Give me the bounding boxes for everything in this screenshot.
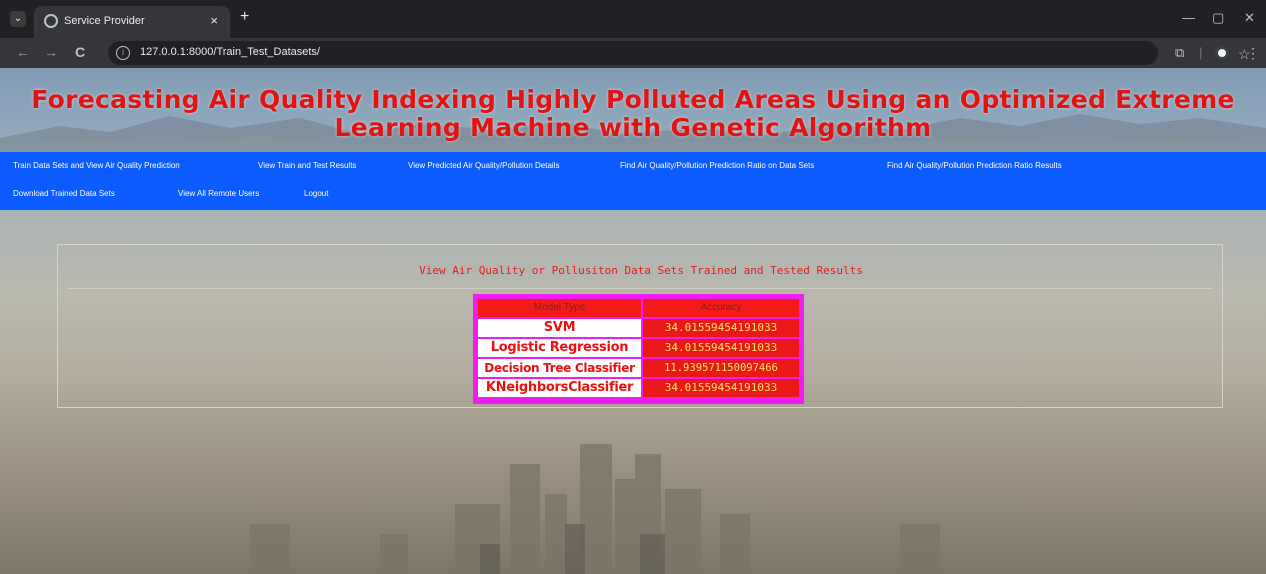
new-tab-button[interactable]: + [240, 8, 249, 26]
model-name-cell: SVM [478, 319, 641, 337]
web-page: Forecasting Air Quality Indexing Highly … [0, 68, 1266, 574]
forward-button[interactable]: → [44, 44, 58, 60]
browser-tab[interactable]: Service Provider × [34, 6, 230, 38]
tab-title: Service Provider [64, 15, 145, 27]
address-url[interactable]: 127.0.0.1:8000/Train_Test_Datasets/ [140, 46, 320, 58]
header-model-type: Model Type [478, 299, 641, 317]
background-city-skyline [250, 444, 940, 574]
model-name-cell: Decision Tree Classifier [478, 359, 641, 377]
restore-button[interactable]: ▢ [1212, 10, 1224, 26]
model-name-cell: KNeighborsClassifier [478, 379, 641, 397]
minimize-button[interactable]: — [1182, 10, 1195, 25]
extensions-icon[interactable]: ⧉ [1175, 45, 1184, 61]
close-window-button[interactable]: ✕ [1244, 10, 1255, 26]
browser-menu-icon[interactable]: ⋮ [1246, 45, 1260, 62]
accuracy-cell: 34.01559454191033 [643, 319, 799, 337]
menu-find-prediction-ratio-results[interactable]: Find Air Quality/Pollution Prediction Ra… [887, 161, 1062, 170]
menu-view-remote-users[interactable]: View All Remote Users [178, 189, 259, 198]
close-tab-icon[interactable]: × [210, 13, 218, 28]
menu-download-trained-data-sets[interactable]: Download Trained Data Sets [13, 189, 115, 198]
menu-train-data-sets[interactable]: Train Data Sets and View Air Quality Pre… [13, 161, 180, 170]
address-bar[interactable]: i 127.0.0.1:8000/Train_Test_Datasets/ ☆ [108, 41, 1251, 65]
browser-toolbar: ← → C i 127.0.0.1:8000/Train_Test_Datase… [0, 38, 1266, 68]
toolbar-separator: | [1199, 45, 1203, 60]
site-title: Forecasting Air Quality Indexing Highly … [31, 85, 1235, 142]
profile-avatar-icon[interactable] [1215, 46, 1229, 60]
tab-search-icon[interactable]: ⌄ [10, 11, 26, 27]
back-button[interactable]: ← [16, 44, 30, 60]
header-accuracy: Accuracy [643, 299, 799, 317]
site-info-icon[interactable]: i [116, 46, 130, 60]
browser-tab-bar: ⌄ Service Provider × + — ▢ ✕ [0, 0, 1266, 38]
menu-logout[interactable]: Logout [304, 189, 328, 198]
accuracy-cell: 11.939571150097466 [643, 359, 799, 377]
reload-button[interactable]: C [75, 44, 85, 60]
panel-heading: View Air Quality or Pollusiton Data Sets… [419, 264, 863, 277]
accuracy-cell: 34.01559454191033 [643, 339, 799, 357]
nav-menu-bar: Train Data Sets and View Air Quality Pre… [0, 152, 1266, 210]
menu-view-train-test-results[interactable]: View Train and Test Results [258, 161, 356, 170]
menu-view-predicted-air-quality[interactable]: View Predicted Air Quality/Pollution Det… [408, 161, 559, 170]
menu-find-prediction-ratio[interactable]: Find Air Quality/Pollution Prediction Ra… [620, 161, 814, 170]
results-table: Model Type Accuracy SVM 34.0155945419103… [473, 294, 804, 404]
accuracy-cell: 34.01559454191033 [643, 379, 799, 397]
model-name-cell: Logistic Regression [478, 339, 641, 357]
favicon-icon [44, 14, 58, 28]
panel-divider [68, 288, 1212, 289]
